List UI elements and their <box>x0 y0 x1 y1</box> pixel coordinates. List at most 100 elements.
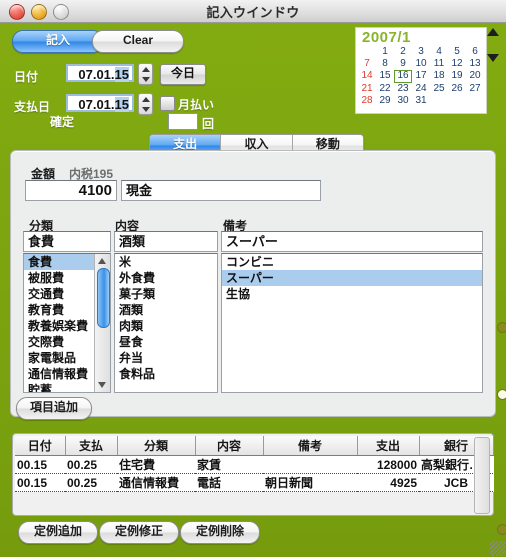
edit-recurring-button[interactable]: 定例修正 <box>99 521 179 544</box>
add-recurring-button[interactable]: 定例追加 <box>18 521 98 544</box>
table-row[interactable]: 00.15 00.25 通信情報費 電話 朝日新聞 4925 JCB <box>15 473 493 492</box>
calendar-day-31[interactable]: 31 <box>412 95 430 107</box>
record-button[interactable]: 記入 <box>12 30 104 53</box>
calendar-day-3[interactable]: 3 <box>412 46 430 58</box>
calendar-day-15[interactable]: 15 <box>376 70 394 82</box>
calendar-day-17[interactable]: 17 <box>412 70 430 82</box>
payment-method-input[interactable]: 現金 <box>121 180 321 201</box>
category-list-item[interactable]: 教育費 <box>24 302 95 318</box>
calendar-day-6[interactable]: 6 <box>466 46 484 58</box>
table-header-cell[interactable]: 支払 <box>65 436 118 456</box>
table-header-cell[interactable]: 日付 <box>15 436 66 456</box>
calendar-day-30[interactable]: 30 <box>394 95 412 107</box>
calendar[interactable]: 2007/1 1 2 3 4 5 6 7 8 9 10 11 12 13 14 15 16 17 18 19 20 21… <box>355 27 487 114</box>
calendar-day-27[interactable]: 27 <box>466 83 484 95</box>
monthly-payment-checkbox[interactable] <box>160 96 175 111</box>
calendar-day-1[interactable]: 1 <box>376 46 394 58</box>
note-list-item[interactable]: 生協 <box>222 286 482 302</box>
clear-button[interactable]: Clear <box>92 30 184 53</box>
content-list[interactable]: 米外食費 菓子類 酒類 肉類 昼食 弁当 食料品 <box>114 253 218 393</box>
calendar-day-16[interactable]: 16 <box>394 70 412 83</box>
calendar-day-12[interactable]: 12 <box>448 58 466 70</box>
category-list-scrollbar[interactable] <box>94 254 110 392</box>
content-list-item[interactable]: 食料品 <box>115 366 217 382</box>
calendar-day-5[interactable]: 5 <box>448 46 466 58</box>
calendar-day-13[interactable]: 13 <box>466 58 484 70</box>
calendar-day-11[interactable]: 11 <box>430 58 448 70</box>
content-list-item[interactable]: 米 <box>115 254 217 270</box>
note-input[interactable]: スーパー <box>221 231 483 252</box>
resize-handle-top[interactable] <box>497 322 506 333</box>
calendar-day-4[interactable]: 4 <box>430 46 448 58</box>
table-header-cell[interactable]: 分類 <box>117 436 196 456</box>
table-scrollbar[interactable] <box>474 437 490 514</box>
window-resize-grip[interactable] <box>490 541 505 556</box>
category-list-item[interactable]: 交通費 <box>24 286 95 302</box>
chevron-up-icon[interactable] <box>141 66 150 72</box>
times-input[interactable] <box>168 113 198 130</box>
category-input[interactable]: 食費 <box>23 231 111 252</box>
category-list-item[interactable]: 教養娯楽費 <box>24 318 95 334</box>
calendar-day-25[interactable]: 25 <box>430 83 448 95</box>
today-button[interactable]: 今日 <box>160 64 206 85</box>
category-list[interactable]: 食費 被服費 交通費 教育費 教養娯楽費 交際費 家電製品 通信情報費 貯蓄 <box>23 253 111 393</box>
calendar-day-19[interactable]: 19 <box>448 70 466 82</box>
content-list-item[interactable]: 弁当 <box>115 350 217 366</box>
calendar-day-9[interactable]: 9 <box>394 58 412 70</box>
content-list-item[interactable]: 菓子類 <box>115 286 217 302</box>
calendar-day-21[interactable]: 21 <box>358 83 376 95</box>
calendar-grid[interactable]: 1 2 3 4 5 6 7 8 9 10 11 12 13 14 15 16 17 18 19 20 21 22 23 24 2… <box>356 46 486 107</box>
chevron-up-icon[interactable] <box>487 28 499 36</box>
category-list-item[interactable]: 貯蓄 <box>24 382 95 392</box>
date-input[interactable]: 07.01.15 <box>66 64 134 82</box>
delete-recurring-button[interactable]: 定例削除 <box>180 521 260 544</box>
calendar-stepper[interactable] <box>487 28 501 62</box>
content-list-item[interactable]: 外食費 <box>115 270 217 286</box>
content-list-item[interactable]: 昼食 <box>115 334 217 350</box>
calendar-day-7[interactable]: 7 <box>358 58 376 70</box>
table-header-cell[interactable]: 内容 <box>195 436 264 456</box>
calendar-day-29[interactable]: 29 <box>376 95 394 107</box>
records-table-container[interactable]: 日付 支払 分類 内容 備考 支出 銀行 00.15 00.25 住宅費 家賃 128000 高梨銀行… <box>12 433 494 516</box>
category-list-item[interactable]: 家電製品 <box>24 350 95 366</box>
resize-handle-bottom[interactable] <box>497 524 506 535</box>
table-header-cell[interactable]: 支出 <box>357 436 420 456</box>
category-list-item[interactable]: 食費 <box>24 254 95 270</box>
category-list-item[interactable]: 被服費 <box>24 270 95 286</box>
calendar-day-8[interactable]: 8 <box>376 58 394 70</box>
content-input[interactable]: 酒類 <box>114 231 218 252</box>
chevron-down-icon[interactable] <box>141 76 150 82</box>
payday-input[interactable]: 07.01.15 <box>66 94 134 112</box>
chevron-up-icon[interactable] <box>98 258 106 264</box>
scrollbar-thumb[interactable] <box>97 268 110 328</box>
category-list-item[interactable]: 交際費 <box>24 334 95 350</box>
note-list[interactable]: コンビニ スーパー 生協 <box>221 253 483 393</box>
note-list-item[interactable]: コンビニ <box>222 254 482 270</box>
add-item-button[interactable]: 項目追加 <box>16 397 92 420</box>
calendar-day-24[interactable]: 24 <box>412 83 430 95</box>
payday-stepper[interactable] <box>138 93 153 115</box>
content-list-item[interactable]: 肉類 <box>115 318 217 334</box>
calendar-day-18[interactable]: 18 <box>430 70 448 82</box>
note-list-item[interactable]: スーパー <box>222 270 482 286</box>
calendar-day-20[interactable]: 20 <box>466 70 484 82</box>
resize-handle-middle[interactable] <box>497 389 506 400</box>
calendar-day-28[interactable]: 28 <box>358 95 376 107</box>
table-row[interactable]: 00.1500.25住宅費家賃128000高梨銀行普通預… <box>15 455 493 474</box>
date-stepper[interactable] <box>138 63 153 85</box>
calendar-day-26[interactable]: 26 <box>448 83 466 95</box>
calendar-day-22[interactable]: 22 <box>376 83 394 95</box>
amount-input[interactable]: 4100 <box>25 180 117 201</box>
content-list-item[interactable]: 酒類 <box>115 302 217 318</box>
payday-label: 支払日 <box>14 100 51 114</box>
category-list-item[interactable]: 通信情報費 <box>24 366 95 382</box>
calendar-day-14[interactable]: 14 <box>358 70 376 82</box>
table-header-cell[interactable]: 備考 <box>263 436 358 456</box>
chevron-down-icon[interactable] <box>98 382 106 388</box>
calendar-day-23[interactable]: 23 <box>394 83 412 95</box>
calendar-day-10[interactable]: 10 <box>412 58 430 70</box>
calendar-day-2[interactable]: 2 <box>394 46 412 58</box>
chevron-down-icon[interactable] <box>487 54 499 62</box>
chevron-down-icon[interactable] <box>141 106 150 112</box>
chevron-up-icon[interactable] <box>141 96 150 102</box>
